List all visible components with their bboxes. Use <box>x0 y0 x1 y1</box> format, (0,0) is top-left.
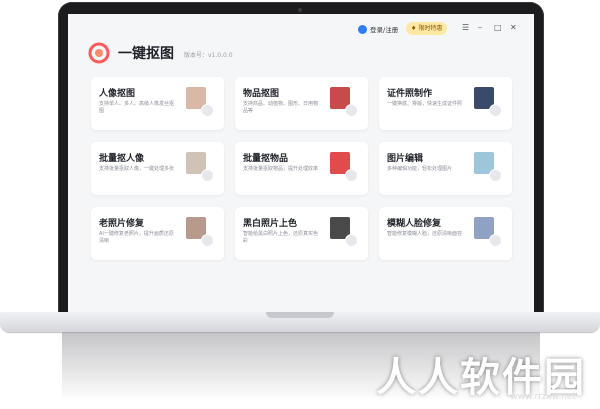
card-desc: 智能给黑白照片上色，还原真实色彩 <box>243 231 319 244</box>
card-title: 批量抠人像 <box>99 154 145 164</box>
card-title: 模糊人脸修复 <box>387 219 442 229</box>
card-colorize[interactable]: 黑白照片上色 智能给黑白照片上色，还原真实色彩 <box>235 207 368 260</box>
card-batch-object[interactable]: 批量抠物品 支持批量抠取物品，提升处理效率 <box>235 142 368 195</box>
image-edit-thumbnail-icon <box>474 152 502 182</box>
card-image-edit[interactable]: 图片编辑 多种编辑功能，轻松处理图片 <box>379 142 512 195</box>
card-desc: 一键换底、排版，快速生成证件照 <box>387 101 463 107</box>
card-desc: 智能修复模糊人脸，还原清晰面容 <box>387 231 463 237</box>
app-title: 一键抠图 <box>118 46 174 62</box>
version-label: 版本号：v1.0.0.0 <box>184 52 233 59</box>
card-title: 证件照制作 <box>387 89 433 99</box>
face-restore-thumbnail-icon <box>474 217 502 247</box>
diamond-icon: ♦ <box>411 25 417 32</box>
id-photo-thumbnail-icon <box>474 87 502 117</box>
card-title: 黑白照片上色 <box>243 219 298 229</box>
card-desc: 支持单人、多人、高级人像发丝抠图 <box>99 101 175 114</box>
portrait-thumbnail-icon <box>186 87 214 117</box>
card-desc: 支持批量抠取物品，提升处理效率 <box>243 166 319 172</box>
card-object-cutout[interactable]: 物品抠图 支持商品、动植物、图形、日用物品等 <box>235 77 368 130</box>
colorize-thumbnail-icon <box>330 217 358 247</box>
card-desc: 多种编辑功能，轻松处理图片 <box>387 166 453 172</box>
laptop-base <box>0 312 600 332</box>
logo-ring-icon <box>88 42 110 64</box>
old-photo-thumbnail-icon <box>186 217 214 247</box>
card-old-photo-restore[interactable]: 老照片修复 AI一键修复老照片，提升画质还原清晰 <box>91 207 224 260</box>
app-window: 一键抠图 版本号：v1.0.0.0 登录/注册 ♦ 限时特惠 ☰ – □ ✕ 人… <box>68 14 534 312</box>
card-id-photo[interactable]: 证件照制作 一键换底、排版，快速生成证件照 <box>379 77 512 130</box>
user-icon <box>358 24 367 34</box>
card-batch-portrait[interactable]: 批量抠人像 支持批量抠取人像，一键处理多张 <box>91 142 224 195</box>
watermark-url: www.rrzxw.net <box>510 392 576 402</box>
login-button[interactable]: 登录/注册 <box>358 24 398 34</box>
card-title: 人像抠图 <box>99 89 136 99</box>
vip-badge-button[interactable]: ♦ 限时特惠 <box>406 22 448 35</box>
card-title: 老照片修复 <box>99 219 145 229</box>
login-label: 登录/注册 <box>370 26 399 34</box>
close-button[interactable]: ✕ <box>510 23 517 32</box>
card-title: 图片编辑 <box>387 154 424 164</box>
card-desc: AI一键修复老照片，提升画质还原清晰 <box>99 231 174 244</box>
card-face-restore[interactable]: 模糊人脸修复 智能修复模糊人脸，还原清晰面容 <box>379 207 512 260</box>
camera-icon <box>298 8 302 12</box>
menu-button[interactable]: ☰ <box>462 23 469 32</box>
card-desc: 支持商品、动植物、图形、日用物品等 <box>243 101 319 114</box>
card-title: 物品抠图 <box>243 89 280 99</box>
minimize-button[interactable]: – <box>478 23 482 32</box>
laptop-notch <box>266 312 334 318</box>
maximize-button[interactable]: □ <box>494 23 502 32</box>
card-desc: 支持批量抠取人像，一键处理多张 <box>99 166 175 172</box>
batch-portrait-thumbnail-icon <box>186 152 214 182</box>
card-portrait-cutout[interactable]: 人像抠图 支持单人、多人、高级人像发丝抠图 <box>91 77 224 130</box>
card-title: 批量抠物品 <box>243 154 289 164</box>
batch-object-thumbnail-icon <box>330 152 358 182</box>
vip-label: 限时特惠 <box>418 25 443 32</box>
handbag-thumbnail-icon <box>330 87 358 117</box>
